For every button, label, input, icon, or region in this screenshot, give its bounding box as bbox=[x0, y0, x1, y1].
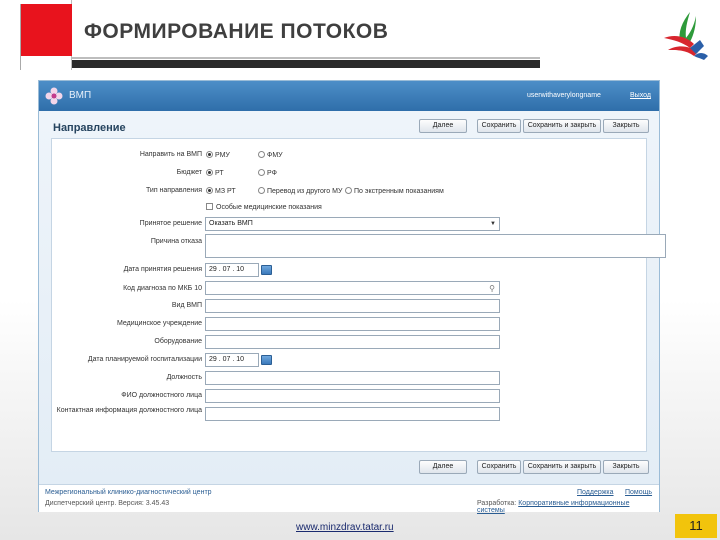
toolbar-top: Далее Сохранить Сохранить и закрыть Закр… bbox=[419, 119, 649, 133]
corner-decoration-shape bbox=[0, 0, 72, 70]
radio-type-mz-rt[interactable]: МЗ РТ bbox=[206, 187, 236, 195]
official-contact-label: Контактная информация должностного лица bbox=[56, 407, 202, 414]
mkb-code-label: Код диагноза по МКБ 10 bbox=[123, 285, 202, 292]
title-underline bbox=[72, 60, 540, 68]
vmp-type-label: Вид ВМП bbox=[171, 302, 202, 309]
next-button[interactable]: Далее bbox=[419, 460, 467, 474]
save-close-button[interactable]: Сохранить и закрыть bbox=[523, 119, 601, 133]
save-button[interactable]: Сохранить bbox=[477, 460, 521, 474]
radio-unchecked-icon bbox=[258, 151, 265, 158]
flower-logo-icon bbox=[45, 87, 63, 105]
budget-label: Бюджет bbox=[176, 169, 202, 176]
vmp-type-input[interactable] bbox=[205, 299, 500, 313]
logout-link[interactable]: Выход bbox=[630, 92, 651, 99]
planned-date-picker: 29 . 07 . 10 bbox=[205, 353, 272, 367]
app-header: ВМП userwithaverylongname Выход bbox=[39, 81, 659, 111]
decision-label: Принятое решение bbox=[139, 220, 202, 227]
radio-budget-rt[interactable]: РТ bbox=[206, 169, 224, 177]
official-contact-input[interactable] bbox=[205, 407, 500, 421]
corner-decoration bbox=[0, 0, 72, 70]
equipment-label: Оборудование bbox=[154, 338, 202, 345]
checkbox-icon bbox=[206, 203, 213, 210]
developer-label: Разработка: bbox=[477, 500, 517, 507]
radio-direction-fmu[interactable]: ФМУ bbox=[258, 151, 283, 159]
ministry-url[interactable]: www.minzdrav.tatar.ru bbox=[296, 522, 394, 533]
official-name-input[interactable] bbox=[205, 389, 500, 403]
footer-developer: Разработка: Корпоративные информационные… bbox=[477, 500, 659, 514]
institution-input[interactable] bbox=[205, 317, 500, 331]
decision-date-input[interactable]: 29 . 07 . 10 bbox=[205, 263, 259, 277]
radio-unchecked-icon bbox=[258, 187, 265, 194]
calendar-icon[interactable] bbox=[261, 355, 272, 365]
institution-label: Медицинское учреждение bbox=[117, 320, 202, 327]
page-number: 11 bbox=[675, 514, 717, 538]
support-link[interactable]: Поддержка bbox=[577, 489, 614, 496]
radio-checked-icon bbox=[206, 151, 213, 158]
footer-org: Межрегиональный клинико-диагностический … bbox=[45, 489, 212, 496]
form-panel: Направить на ВМП РМУ ФМУ Бюджет РТ РФ Ти… bbox=[51, 138, 666, 452]
next-button[interactable]: Далее bbox=[419, 119, 467, 133]
close-button[interactable]: Закрыть bbox=[603, 460, 649, 474]
referral-type-label: Тип направления bbox=[145, 187, 202, 194]
app-window: ВМП userwithaverylongname Выход Направле… bbox=[38, 80, 666, 514]
app-footer: Межрегиональный клинико-диагностический … bbox=[39, 484, 659, 514]
app-brand: ВМП bbox=[69, 90, 92, 101]
position-input[interactable] bbox=[205, 371, 500, 385]
form-heading: Направление bbox=[53, 122, 126, 134]
direction-label: Направить на ВМП bbox=[139, 151, 202, 158]
decision-select[interactable]: Оказать ВМП ▼ bbox=[205, 217, 500, 231]
position-label: Должность bbox=[166, 374, 202, 381]
save-button[interactable]: Сохранить bbox=[477, 119, 521, 133]
official-name-label: ФИО должностного лица bbox=[121, 392, 202, 399]
radio-type-transfer[interactable]: Перевод из другого МУ bbox=[258, 187, 342, 195]
mkb-code-input[interactable]: ⚲ bbox=[205, 281, 500, 295]
radio-type-emergency[interactable]: По экстренным показаниям bbox=[345, 187, 444, 195]
ministry-logo-icon bbox=[664, 12, 708, 60]
radio-budget-rf[interactable]: РФ bbox=[258, 169, 277, 177]
search-icon[interactable]: ⚲ bbox=[489, 283, 495, 295]
toolbar-bottom: Далее Сохранить Сохранить и закрыть Закр… bbox=[419, 460, 649, 474]
radio-unchecked-icon bbox=[258, 169, 265, 176]
calendar-icon[interactable] bbox=[261, 265, 272, 275]
equipment-input[interactable] bbox=[205, 335, 500, 349]
help-link[interactable]: Помощь bbox=[625, 489, 652, 496]
radio-checked-icon bbox=[206, 169, 213, 176]
title-underline-light bbox=[72, 57, 540, 59]
username-label: userwithaverylongname bbox=[527, 92, 601, 99]
radio-direction-rmu[interactable]: РМУ bbox=[206, 151, 230, 159]
refusal-reason-textarea[interactable] bbox=[205, 234, 666, 258]
radio-unchecked-icon bbox=[345, 187, 352, 194]
refusal-reason-label: Причина отказа bbox=[150, 238, 202, 245]
dropdown-arrow-icon: ▼ bbox=[490, 221, 496, 227]
special-indications-checkbox[interactable]: Особые медицинские показания bbox=[206, 203, 322, 211]
footer-version: Диспетчерский центр. Версия: 3.45.43 bbox=[45, 500, 170, 507]
decision-date-label: Дата принятия решения bbox=[123, 266, 202, 273]
radio-checked-icon bbox=[206, 187, 213, 194]
planned-date-input[interactable]: 29 . 07 . 10 bbox=[205, 353, 259, 367]
content-area: Направление Далее Сохранить Сохранить и … bbox=[39, 111, 666, 484]
close-button[interactable]: Закрыть bbox=[603, 119, 649, 133]
save-close-button[interactable]: Сохранить и закрыть bbox=[523, 460, 601, 474]
decision-date-picker: 29 . 07 . 10 bbox=[205, 263, 272, 277]
planned-date-label: Дата планируемой госпитализации bbox=[87, 356, 202, 363]
slide-title: ФОРМИРОВАНИЕ ПОТОКОВ bbox=[84, 20, 389, 43]
